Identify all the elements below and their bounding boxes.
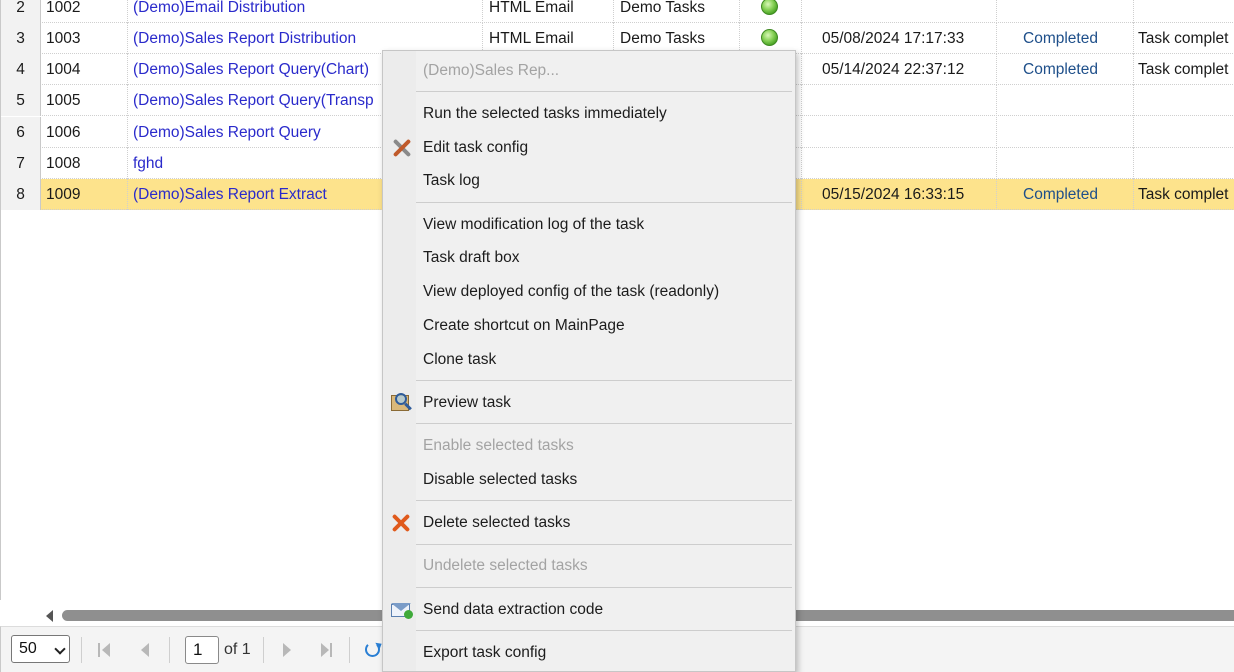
menu-item-deployed-config[interactable]: View deployed config of the task (readon… [423,280,719,304]
task-id: 1006 [41,117,128,148]
menu-item-undelete-tasks: Undelete selected tasks [423,557,588,574]
task-id: 1004 [41,54,128,85]
last-page-button[interactable] [321,643,335,657]
table-row[interactable]: 2 1002 (Demo)Email Distribution HTML Ema… [1,0,1234,23]
page-number-input[interactable]: 1 [185,636,219,664]
green-dot-icon [761,29,778,46]
menu-item-send-extraction-code[interactable]: Send data extraction code [423,598,603,622]
menu-item-disable-tasks[interactable]: Disable selected tasks [423,468,577,492]
menu-item-enable-tasks: Enable selected tasks [423,437,574,454]
run-result: Completed [997,54,1134,85]
next-page-arrow-icon [283,643,291,657]
mail-send-icon [389,598,413,622]
page-size-select[interactable]: 50 [11,635,70,663]
last-page-arrow-icon [321,643,329,657]
last-run-time: 05/08/2024 17:17:33 [802,23,997,54]
run-message [1134,0,1234,23]
last-run-time: 05/15/2024 16:33:15 [802,179,997,210]
last-run-time [802,117,997,148]
context-menu: (Demo)Sales Rep... Run the selected task… [382,50,796,672]
menu-item-task-log[interactable]: Task log [423,169,480,193]
pager-divider [81,637,82,663]
menu-separator [416,91,792,92]
task-type: HTML Email [483,0,614,23]
run-result: Completed [997,179,1134,210]
run-message [1134,117,1234,148]
green-dot-icon [761,0,778,15]
last-page-bar-icon [330,643,332,657]
menu-separator [416,423,792,424]
menu-item-run-now[interactable]: Run the selected tasks immediately [423,102,667,126]
chevron-down-icon [54,643,66,655]
menu-separator [416,380,792,381]
pager-divider [349,637,350,663]
task-id: 1008 [41,148,128,179]
menu-item-draft-box[interactable]: Task draft box [423,246,520,270]
row-number: 3 [1,23,41,54]
row-number: 5 [1,85,41,116]
menu-separator [416,630,792,631]
task-id: 1005 [41,85,128,116]
last-run-time [802,0,997,23]
preview-icon [389,391,413,415]
row-number: 2 [1,0,41,23]
menu-separator [416,544,792,545]
scroll-left-arrow-icon[interactable] [46,610,53,622]
row-number: 8 [1,179,41,210]
last-run-time: 05/14/2024 22:37:12 [802,54,997,85]
menu-separator [416,587,792,588]
menu-separator [416,202,792,203]
menu-item-clone-task[interactable]: Clone task [423,348,496,372]
task-id: 1009 [41,179,128,210]
menu-item-edit-config[interactable]: Edit task config [423,136,528,160]
last-run-time [802,85,997,116]
first-page-bar-icon [98,643,100,657]
last-run-time [802,148,997,179]
menu-item-create-shortcut[interactable]: Create shortcut on MainPage [423,314,625,338]
row-number: 7 [1,148,41,179]
run-message [1134,85,1234,116]
first-page-arrow-icon [102,643,110,657]
menu-item-export-config[interactable]: Export task config [423,641,546,665]
pager-divider [263,637,264,663]
first-page-button[interactable] [98,643,112,657]
run-result [997,117,1134,148]
task-group: Demo Tasks [614,0,740,23]
task-id: 1002 [41,0,128,23]
menu-item-preview-task[interactable]: Preview task [423,391,511,415]
menu-item-modification-log[interactable]: View modification log of the task [423,213,644,237]
prev-page-button[interactable] [139,643,153,657]
run-message: Task complet [1138,30,1229,47]
tools-icon [389,136,413,160]
prev-page-arrow-icon [141,643,149,657]
task-name-link[interactable]: (Demo)Email Distribution [128,0,483,23]
menu-title: (Demo)Sales Rep... [423,62,560,79]
pager-divider [169,637,170,663]
refresh-icon[interactable] [365,642,380,657]
row-number: 6 [1,117,41,148]
menu-item-delete-tasks[interactable]: Delete selected tasks [423,511,570,535]
run-result [997,0,1134,23]
status-cell [740,0,802,23]
page-count-label: of 1 [224,641,251,658]
row-number: 4 [1,54,41,85]
run-result [997,85,1134,116]
page-size-value: 50 [19,640,37,657]
delete-icon [389,511,413,535]
run-message: Task complet [1138,61,1229,78]
run-result [997,148,1134,179]
run-message: Task complet [1138,186,1229,203]
task-id: 1003 [41,23,128,54]
menu-separator [416,500,792,501]
next-page-button[interactable] [283,643,297,657]
run-result: Completed [997,23,1134,54]
run-message [1134,148,1234,179]
